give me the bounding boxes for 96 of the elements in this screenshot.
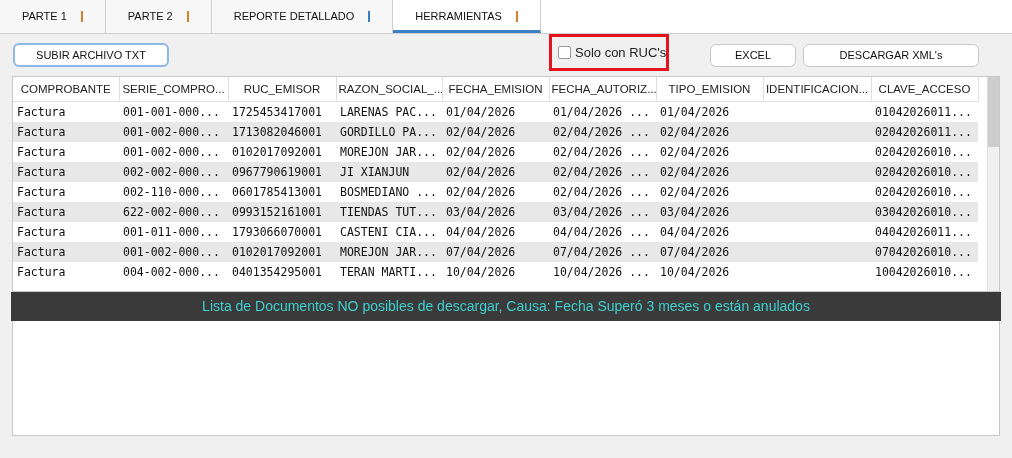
table-cell: 03/04/2026 (446, 205, 516, 219)
tab-label[interactable]: PARTE 1 (22, 8, 67, 25)
column-header[interactable]: SERIE_COMPRO... (119, 77, 228, 102)
tab[interactable]: PARTE 1 (0, 0, 106, 33)
checkbox-label[interactable]: Solo con RUC's (575, 42, 667, 63)
table-cell: 0993152161001 (232, 205, 322, 219)
table-cell: 0967790619001 (232, 165, 322, 179)
table-cell: Factura (17, 205, 66, 219)
table-cell: 03042026010... (875, 205, 972, 219)
table-cell: JI XIANJUN (340, 165, 410, 179)
table-cell: 02/04/2026 ... (553, 185, 650, 199)
table-cell: 04/04/2026 ... (553, 225, 650, 239)
table-cell: 0102017092001 (232, 145, 322, 159)
table-cell: 002-002-000... (123, 165, 220, 179)
download-button[interactable]: DESCARGAR XML's (803, 43, 979, 67)
tab[interactable]: PARTE 2 (105, 0, 212, 33)
column-header[interactable]: FECHA_AUTORIZ... (549, 77, 656, 102)
table-cell: 03/04/2026 (660, 205, 730, 219)
table-cell: 001-002-000... (123, 145, 220, 159)
table-cell: Factura (17, 165, 66, 179)
table-cell: 07/04/2026 (446, 245, 516, 259)
table-cell: 02/04/2026 (446, 185, 516, 199)
column-header[interactable]: FECHA_EMISION (442, 77, 549, 102)
table-cell: 01/04/2026 ... (553, 105, 650, 119)
table-cell: 07/04/2026 ... (553, 245, 650, 259)
table-cell: 04/04/2026 (660, 225, 730, 239)
notice-banner: Lista de Documentos NO posibles de descargar, Causa: Fecha Superó 3 meses o están anulados (11, 292, 1001, 321)
table-cell: 004-002-000... (123, 265, 220, 279)
table-cell: Factura (17, 185, 66, 199)
excel-button[interactable]: EXCEL (710, 43, 796, 67)
table-cell: MOREJON JAR... (340, 145, 437, 159)
table-cell: 1793066070001 (232, 225, 322, 239)
table-cell: 0601785413001 (232, 185, 322, 199)
table-cell: 02/04/2026 (660, 185, 730, 199)
table-cell: 01/04/2026 (446, 105, 516, 119)
table-cell: 10/04/2026 ... (553, 265, 650, 279)
column-header[interactable]: TIPO_EMISION (656, 77, 763, 102)
column-header[interactable]: CLAVE_ACCESO (871, 77, 978, 102)
table-cell: 07/04/2026 (660, 245, 730, 259)
tab-label[interactable]: HERRAMIENTAS (415, 8, 502, 25)
checkbox[interactable] (558, 46, 571, 59)
column-header[interactable]: IDENTIFICACION... (763, 77, 871, 102)
table-cell: 02/04/2026 ... (553, 125, 650, 139)
table-cell: TIENDAS TUT... (340, 205, 437, 219)
table-cell: 07042026010... (875, 245, 972, 259)
table-cell: 02/04/2026 ... (553, 145, 650, 159)
table-cell: Factura (17, 265, 66, 279)
table-cell: 02042026010... (875, 185, 972, 199)
table-cell: GORDILLO PA... (340, 125, 437, 139)
table-cell: 02/04/2026 (446, 165, 516, 179)
table-cell: 10042026010... (875, 265, 972, 279)
table-cell: TERAN MARTI... (340, 265, 437, 279)
table-cell: 04/04/2026 (446, 225, 516, 239)
upload-button[interactable]: SUBIR ARCHIVO TXT (13, 43, 169, 67)
table-cell: 01042026011... (875, 105, 972, 119)
table-cell: Factura (17, 225, 66, 239)
tab[interactable]: REPORTE DETALLADO (211, 0, 394, 33)
tab[interactable]: HERRAMIENTAS (393, 0, 541, 33)
table-cell: 1713082046001 (232, 125, 322, 139)
table-cell: 0102017092001 (232, 245, 322, 259)
table-cell: 001-011-000... (123, 225, 220, 239)
table-cell: 01/04/2026 (660, 105, 730, 119)
table-cell: 02/04/2026 (446, 145, 516, 159)
table-cell: 02/04/2026 (660, 165, 730, 179)
table-cell: 02042026011... (875, 125, 972, 139)
column-header[interactable]: COMPROBANTE (13, 77, 119, 102)
table-cell: Factura (17, 105, 66, 119)
table-cell: 001-001-000... (123, 105, 220, 119)
table-cell: 002-110-000... (123, 185, 220, 199)
column-header[interactable]: RUC_EMISOR (228, 77, 336, 102)
table-cell: 02/04/2026 ... (553, 165, 650, 179)
table-cell: 02/04/2026 (660, 145, 730, 159)
table-cell: 001-002-000... (123, 125, 220, 139)
table-cell: 02/04/2026 (446, 125, 516, 139)
table-cell: 02/04/2026 (660, 125, 730, 139)
table-cell: BOSMEDIANO ... (340, 185, 437, 199)
scrollbar-thumb[interactable] (988, 77, 999, 147)
table-cell: 04042026011... (875, 225, 972, 239)
tab-label[interactable]: PARTE 2 (127, 8, 173, 25)
table-cell: 10/04/2026 (660, 265, 730, 279)
table-cell: 03/04/2026 ... (553, 205, 650, 219)
table-cell: 10/04/2026 (446, 265, 516, 279)
table-cell: Factura (17, 145, 66, 159)
table-cell: MOREJON JAR... (340, 245, 437, 259)
table-cell: 1725453417001 (232, 105, 322, 119)
table-cell: Factura (17, 245, 66, 259)
table-cell: LARENAS PAC... (340, 105, 437, 119)
table-cell: CASTENI CIA... (340, 225, 437, 239)
table-cell: 02042026010... (875, 145, 972, 159)
table-cell: 0401354295001 (232, 265, 322, 279)
scrollbar[interactable] (987, 77, 999, 291)
tab-label[interactable]: REPORTE DETALLADO (233, 8, 355, 25)
table-cell: 02042026010... (875, 165, 972, 179)
table-cell: 001-002-000... (123, 245, 220, 259)
table-cell: Factura (17, 125, 66, 139)
table-cell: 622-002-000... (123, 205, 220, 219)
